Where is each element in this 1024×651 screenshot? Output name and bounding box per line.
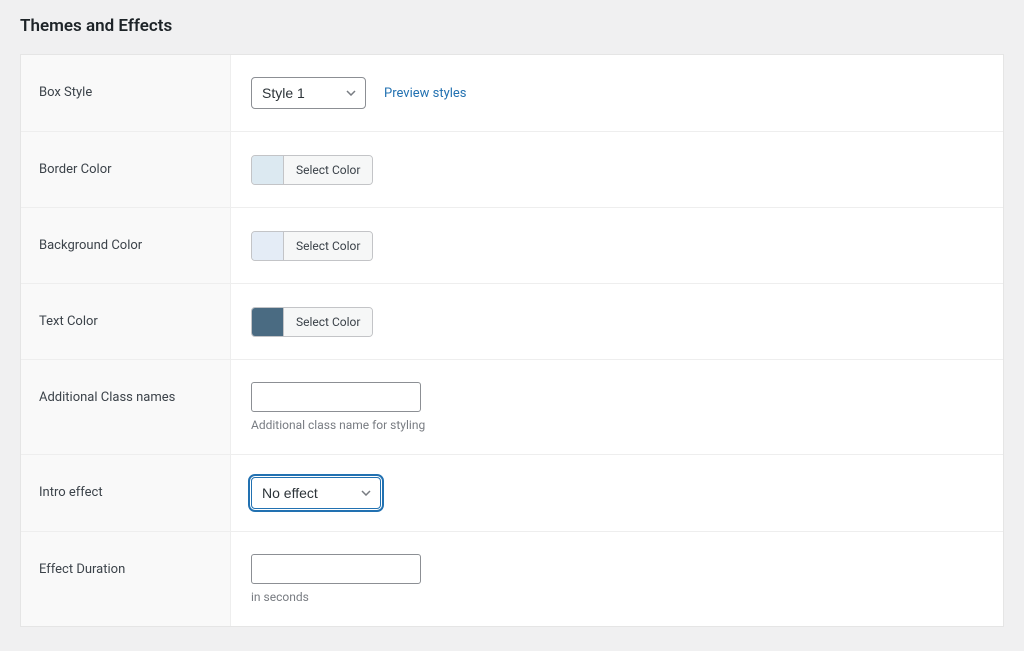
row-intro-effect: Intro effect No effect xyxy=(21,455,1003,532)
row-background-color: Background Color Select Color xyxy=(21,208,1003,284)
preview-styles-link[interactable]: Preview styles xyxy=(384,86,467,101)
effect-duration-input[interactable] xyxy=(251,554,421,584)
label-background-color: Background Color xyxy=(21,208,231,283)
row-border-color: Border Color Select Color xyxy=(21,132,1003,208)
intro-effect-select[interactable]: No effect xyxy=(251,477,381,509)
intro-effect-select-wrap: No effect xyxy=(251,477,381,509)
content-intro-effect: No effect xyxy=(231,455,1003,531)
label-intro-effect: Intro effect xyxy=(21,455,231,531)
background-color-swatch xyxy=(252,232,284,260)
content-background-color: Select Color xyxy=(231,208,1003,283)
label-box-style: Box Style xyxy=(21,55,231,131)
label-effect-duration: Effect Duration xyxy=(21,532,231,626)
label-text-color: Text Color xyxy=(21,284,231,359)
effect-duration-hint: in seconds xyxy=(251,590,309,604)
section-title: Themes and Effects xyxy=(20,16,1004,36)
label-border-color: Border Color xyxy=(21,132,231,207)
text-color-swatch xyxy=(252,308,284,336)
content-text-color: Select Color xyxy=(231,284,1003,359)
box-style-select-wrap: Style 1 xyxy=(251,77,366,109)
text-color-picker[interactable]: Select Color xyxy=(251,307,373,337)
additional-class-input[interactable] xyxy=(251,382,421,412)
form-table: Box Style Style 1 Preview styles Border … xyxy=(20,54,1004,627)
background-color-picker[interactable]: Select Color xyxy=(251,231,373,261)
border-color-picker[interactable]: Select Color xyxy=(251,155,373,185)
content-box-style: Style 1 Preview styles xyxy=(231,55,1003,131)
content-border-color: Select Color xyxy=(231,132,1003,207)
background-color-button-label: Select Color xyxy=(284,232,372,260)
row-text-color: Text Color Select Color xyxy=(21,284,1003,360)
row-box-style: Box Style Style 1 Preview styles xyxy=(21,55,1003,132)
content-effect-duration: in seconds xyxy=(231,532,1003,626)
additional-class-hint: Additional class name for styling xyxy=(251,418,425,432)
row-effect-duration: Effect Duration in seconds xyxy=(21,532,1003,626)
border-color-button-label: Select Color xyxy=(284,156,372,184)
border-color-swatch xyxy=(252,156,284,184)
row-additional-class: Additional Class names Additional class … xyxy=(21,360,1003,455)
text-color-button-label: Select Color xyxy=(284,308,372,336)
content-additional-class: Additional class name for styling xyxy=(231,360,1003,454)
label-additional-class: Additional Class names xyxy=(21,360,231,454)
box-style-select[interactable]: Style 1 xyxy=(251,77,366,109)
